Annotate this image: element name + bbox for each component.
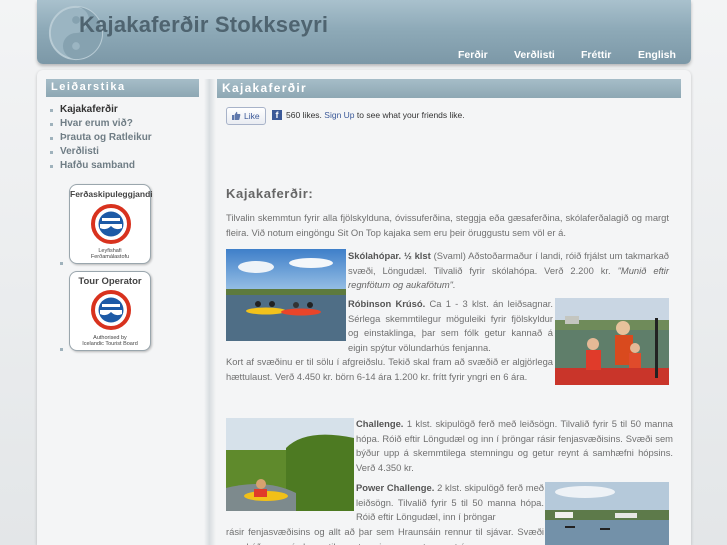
facebook-like-text: 560 likes. Sign Up to see what your frie… [286,110,465,120]
intro-paragraph: Tilvalin skemmtun fyrir alla fjölskyldun… [226,212,669,238]
sidebar-item-hvar-erum-vid[interactable]: Hvar erum við? [50,118,200,132]
bullet-icon [50,123,53,126]
sidebar-item-thrauta[interactable]: Þrauta og Ratleikur [50,132,200,146]
like-label: Like [244,111,260,121]
content-heading: Kajakaferðir [217,79,681,98]
bullet-icon [50,165,53,168]
nav-frettir[interactable]: Fréttir [581,49,611,61]
tour-operator-badge[interactable]: Tour Operator Authorised by Icelandic To… [69,271,151,351]
sidebar-item-label: Hvar erum við? [60,118,133,129]
robinson-name: Róbinson Krúsó. [348,298,426,309]
family-kayak-photo [555,298,669,385]
page-title: Kajakaferðir: [226,186,314,201]
sidebar-item-hafdu-samband[interactable]: Hafðu samband [50,160,200,174]
robinson-text-rest: Kort af svæðinu er til sölu í afgreiðslu… [226,356,553,382]
sidebar-item-label: Kajakaferðir [60,104,118,115]
challenge-text: 1 klst. skipulögð ferð með leiðsögn. Til… [356,418,673,473]
sidebar-item-label: Þrauta og Ratleikur [60,132,152,143]
power-paragraph: Power Challenge. 2 klst. skipulögð ferð … [356,481,544,525]
sidebar-item-verdlisti[interactable]: Verðlisti [50,146,200,160]
nav-english[interactable]: English [638,49,676,61]
power-text-rest: rásir fenjasvæðisins og allt að þar sem … [226,526,544,545]
badge-subtitle-2: Ferðamálastofu [90,254,130,260]
bullet-icon [60,348,63,351]
site-title: Kajakaferðir Stokkseyri [79,12,329,37]
kayak-reeds-photo [226,418,354,511]
sidebar-menu: Kajakaferðir Hvar erum við? Þrauta og Ra… [50,104,200,174]
badge-title: Tour Operator [78,276,142,287]
sidebar-heading: Leiðarstika [46,79,199,97]
tourist-board-emblem-icon [91,290,131,330]
challenge-name: Challenge. [356,418,404,429]
robinson-paragraph: Róbinson Krúsó. Ca 1 - 3 klst. án leiðsa… [348,297,553,355]
bullet-icon [50,137,53,140]
tourist-board-emblem-icon [91,204,131,244]
bullet-icon [50,151,53,154]
sidebar-item-label: Verðlisti [60,146,99,157]
bullet-icon [50,109,53,112]
like-rest-text: to see what your friends like. [356,110,465,120]
skolahopar-name: Skólahópar. ½ klst [348,250,431,261]
badge-title: Ferðaskipuleggjandi [70,189,153,199]
power-name: Power Challenge. [356,482,435,493]
lake-kayaks-photo [545,482,669,545]
thumbs-up-icon [232,111,241,120]
badge-subtitle-2: Icelandic Tourist Board [82,341,138,347]
nav-verdlisti[interactable]: Verðlisti [514,49,555,61]
skolahopar-paragraph: Skólahópar. ½ klst (Svaml) Aðstoðarmaður… [348,249,669,293]
facebook-like-button[interactable]: Like [226,107,266,125]
sidebar-item-kajakaferdir[interactable]: Kajakaferðir [50,104,200,118]
sidebar-item-label: Hafðu samband [60,160,136,171]
bullet-icon [60,262,63,265]
ferdaskipuleggjandi-badge[interactable]: Ferðaskipuleggjandi Leyfishafi Ferðamála… [69,184,153,264]
challenge-paragraph: Challenge. 1 klst. skipulögð ferð með le… [356,417,673,475]
kayak-group-photo [226,249,346,341]
site-header: Kajakaferðir Stokkseyri Ferðir Verðlisti… [37,0,691,64]
facebook-signup-link[interactable]: Sign Up [324,110,354,120]
column-divider [204,79,216,545]
power-continued: rásir fenjasvæðisins og allt að þar sem … [226,525,544,545]
facebook-icon: f [272,110,282,120]
like-count: 560 likes. [286,110,322,120]
nav-ferdir[interactable]: Ferðir [458,49,488,61]
robinson-continued: Kort af svæðinu er til sölu í afgreiðslu… [226,355,553,384]
top-navigation: Ferðir Verðlisti Fréttir English [37,49,691,63]
